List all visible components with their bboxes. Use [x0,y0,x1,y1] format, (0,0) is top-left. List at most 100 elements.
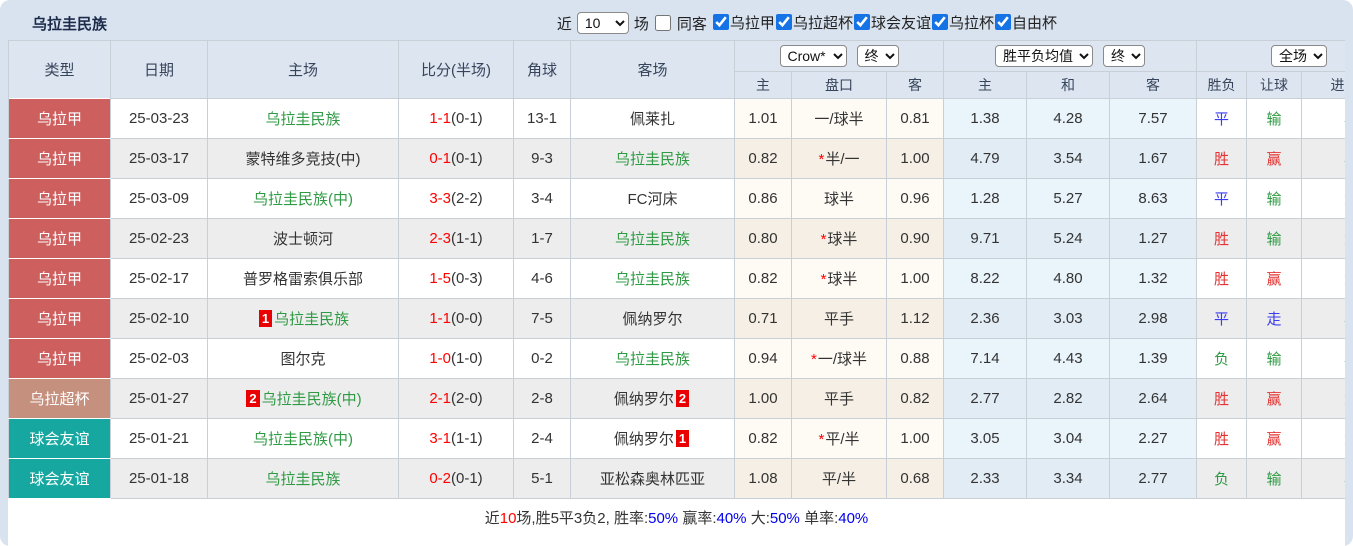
col-header-away: 客场 [570,40,735,99]
col-header-avg-draw: 和 [1026,71,1110,99]
cell-handicap-odds-home: 0.71 [734,298,792,339]
handicap-text: 球半 [827,271,858,288]
cell-result: 胜 [1196,258,1248,299]
cell-result: 胜 [1196,378,1248,419]
cell-away-team: 佩纳罗尔 [570,298,735,339]
odds-time-select[interactable]: 终 [856,45,899,67]
halftime-score: (1-0) [451,350,483,367]
handicap-text: 球半 [823,191,854,208]
cell-avg-draw: 3.03 [1026,298,1110,339]
home-team-name: 蒙特维多竞技(中) [245,151,361,168]
cell-corner: 2-8 [513,378,571,419]
handicap-text: 一/球半 [817,351,867,368]
handicap-text: 一/球半 [814,111,864,128]
cell-handicap-odds-away: 1.00 [886,138,944,179]
cell-score: 0-2(0-1) [398,458,514,499]
fulltime-score: 3-1 [429,430,451,447]
upper-hand-star: * [818,431,825,448]
competition-filter[interactable]: 自由杯 [994,12,1057,33]
cell-home-team: 普罗格雷索俱乐部 [207,258,399,299]
match-row: 乌拉甲 25-02-03 图尔克 1-0(1-0) 0-2 乌拉圭民族 0.94 *一/球半 0… [8,338,1345,379]
odds-group-header: Crow* 终 [734,40,944,72]
match-order-badge: 2 [246,390,260,407]
scope-select[interactable]: 全场 [1271,45,1328,67]
halftime-score: (0-3) [451,270,483,287]
cell-competition: 乌拉甲 [8,98,111,139]
summary-segment: 场,胜5平3负2, 胜率: [516,510,649,527]
competition-filter[interactable]: 乌拉超杯 [775,12,853,33]
cell-away-team: 乌拉圭民族 [570,258,735,299]
cell-avg-away: 2.64 [1108,378,1198,419]
match-row: 乌拉甲 25-03-17 蒙特维多竞技(中) 0-1(0-1) 9-3 乌拉圭民族 0.82… [8,138,1345,179]
home-team-name: 乌拉圭民族 [265,471,341,488]
cell-score: 1-0(1-0) [398,338,514,379]
col-header-date: 日期 [110,40,208,99]
cell-handicap-odds-away: 0.81 [886,98,944,139]
cell-home-team: 乌拉圭民族 [207,458,399,499]
cell-handicap-result: 走 [1246,298,1303,339]
home-team-name: 图尔克 [280,351,326,368]
competition-checkbox[interactable] [853,14,870,31]
cell-corner: 3-4 [513,178,571,219]
away-team-name: 亚松森奥林匹亚 [599,471,705,488]
cell-competition: 乌拉甲 [8,178,111,219]
recent-count-select[interactable]: 10 [576,12,629,34]
cell-handicap-odds-home: 1.01 [734,98,792,139]
cell-handicap-odds-away: 0.96 [886,178,944,219]
cell-score: 3-3(2-2) [398,178,514,219]
away-team-name: 乌拉圭民族 [614,271,690,288]
odds-company-select[interactable]: Crow* [779,45,847,67]
col-header-handicap: 盘口 [791,71,887,99]
competition-checkbox[interactable] [931,14,948,31]
cell-date: 25-02-10 [110,298,208,339]
fulltime-score: 1-0 [429,350,451,367]
cell-date: 25-03-17 [110,138,208,179]
halftime-score: (0-1) [451,150,483,167]
home-team-name: 乌拉圭民族(中) [261,391,362,408]
fulltime-score: 0-2 [429,470,451,487]
avg-time-select[interactable]: 终 [1103,45,1145,67]
avg-odds-select[interactable]: 胜平负均值 [995,45,1093,67]
competition-label: 球会友谊 [870,14,931,32]
cell-handicap-line: *平/半 [791,418,887,459]
competition-filter[interactable]: 乌拉杯 [931,12,994,33]
competition-checkbox[interactable] [775,14,792,31]
cell-avg-home: 2.77 [943,378,1027,419]
cell-result: 负 [1196,458,1248,499]
summary-segment: 赢率: [678,510,717,527]
competition-checkbox[interactable] [994,14,1011,31]
upper-hand-star: * [820,231,827,248]
cell-date: 25-03-09 [110,178,208,219]
cell-handicap-result: 赢 [1246,378,1303,419]
upper-hand-star: * [810,351,817,368]
col-header-type: 类型 [8,40,111,99]
cell-handicap-result: 输 [1246,178,1303,219]
cell-score: 2-3(1-1) [398,218,514,259]
cell-avg-draw: 4.80 [1026,258,1110,299]
col-header-avg-home: 主 [943,71,1027,99]
cell-avg-draw: 3.54 [1026,138,1110,179]
competition-filter[interactable]: 球会友谊 [853,12,931,33]
cell-handicap-odds-home: 1.00 [734,378,792,419]
cell-competition: 乌拉甲 [8,298,111,339]
result-group-header: 全场 [1196,40,1345,72]
same-venue-checkbox[interactable] [654,15,671,31]
cell-avg-away: 2.27 [1108,418,1198,459]
away-team-name: 佩纳罗尔 [613,391,674,408]
match-row: 乌拉甲 25-03-09 乌拉圭民族(中) 3-3(2-2) 3-4 FC河床 0.86 球半… [8,178,1345,219]
table-viewport: 类型 日期 主场 比分(半场) 角球 客场 Crow* 终 胜平负均值 终 全场… [8,40,1345,499]
home-team-name: 普罗格雷索俱乐部 [242,271,363,288]
cell-handicap-odds-away: 0.88 [886,338,944,379]
competition-checkbox[interactable] [712,14,729,31]
halftime-score: (0-0) [451,310,483,327]
cell-goals-result: 小 [1301,138,1345,179]
cell-goals-result: 小 [1301,338,1345,379]
cell-handicap-line: 平手 [791,378,887,419]
cell-corner: 13-1 [513,98,571,139]
cell-avg-draw: 4.43 [1026,338,1110,379]
cell-date: 25-03-23 [110,98,208,139]
match-order-badge: 1 [258,310,273,327]
cell-corner: 7-5 [513,298,571,339]
cell-avg-draw: 3.34 [1026,458,1110,499]
competition-filter[interactable]: 乌拉甲 [712,12,775,33]
